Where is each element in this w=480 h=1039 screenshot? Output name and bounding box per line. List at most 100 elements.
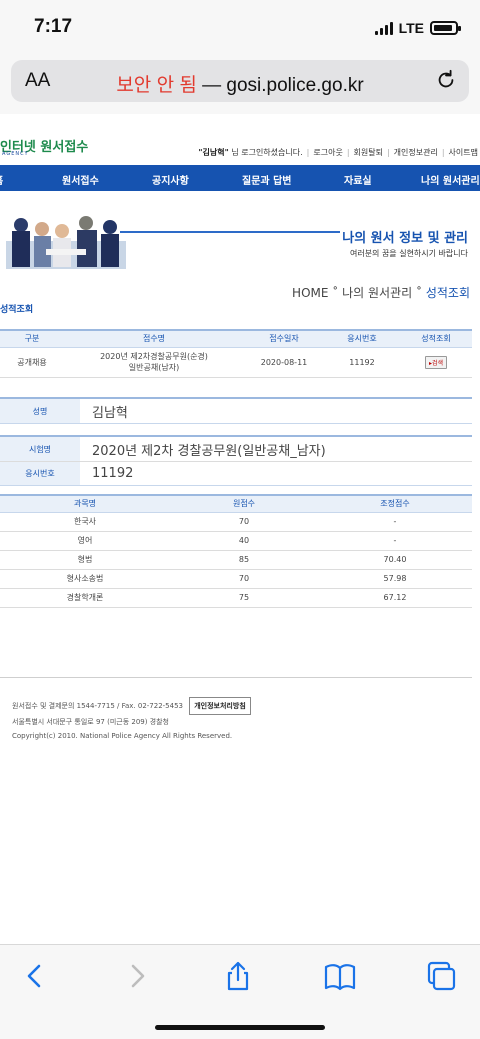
footer-contact-row: 원서접수 및 결제문의 1544-7715 / Fax. 02-722-5453… (12, 697, 251, 715)
table-row: 형사소송법 70 57.98 (0, 569, 472, 589)
banner-subtitle: 여러분의 꿈을 실현하시기 바랍니다 (349, 249, 468, 258)
browser-toolbar (0, 944, 480, 1039)
number-row: 응시번호 11192 (0, 461, 472, 485)
section-title: 성적조회 (0, 305, 34, 315)
police-officers-image (6, 216, 126, 269)
table-header-row: 구분 접수명 접수일자 응시번호 성적조회 (0, 329, 472, 348)
url-separator: — (202, 75, 222, 96)
cell-adjusted: - (318, 531, 472, 551)
privacy-manage-link[interactable]: 개인정보관리 (394, 147, 438, 158)
exam-info: 시험명 2020년 제2차 경찰공무원(일반공채_남자) 응시번호 11192 (0, 435, 472, 486)
score-table: 과목명 원점수 조정점수 한국사 70 - 영어 40 - 형법 85 70.4… (0, 494, 472, 608)
cell-subject: 경찰학개론 (0, 588, 170, 608)
divider: | (306, 148, 310, 157)
nav-qna[interactable]: 질문과 답변 (242, 172, 291, 187)
number-label: 응시번호 (0, 462, 80, 485)
col-date: 접수일자 (244, 329, 324, 348)
cell-number: 11192 (324, 347, 400, 378)
cell-subject: 영어 (0, 531, 170, 551)
cell-date: 2020-08-11 (244, 347, 324, 378)
col-type: 구분 (0, 329, 64, 348)
breadcrumb-home[interactable]: HOME (292, 286, 328, 300)
cell-adjusted: - (318, 512, 472, 532)
divider: | (441, 148, 445, 157)
tabs-icon[interactable] (424, 961, 458, 991)
col-number: 응시번호 (324, 329, 400, 348)
status-indicators: LTE (374, 20, 461, 36)
nav-home[interactable]: 홈 (0, 172, 3, 187)
cell-raw: 70 (170, 569, 318, 589)
signal-icon (374, 21, 393, 35)
cell-name: 2020년 제2차경찰공무원(순경) 일반공채(남자) (64, 347, 244, 378)
banner-title-em: 나의 원서 (342, 231, 395, 246)
breadcrumb-mid[interactable]: 나의 원서관리 (342, 286, 412, 300)
page-banner: 나의 원서 정보 및 관리 여러분의 꿈을 실현하시기 바랍니다 (0, 191, 480, 271)
url-bar[interactable]: AA 보안 안 됨 — gosi.police.go.kr (11, 60, 469, 102)
exam-value: 2020년 제2차 경찰공무원(일반공채_남자) (92, 443, 326, 459)
footer-divider (0, 677, 472, 678)
sitemap-link[interactable]: 사이트맵 (449, 147, 478, 158)
site-logo-sub: AGENCY (2, 151, 29, 157)
table-row: 한국사 70 - (0, 512, 472, 532)
table-row: 공개채용 2020년 제2차경찰공무원(순경) 일반공채(남자) 2020-08… (0, 347, 472, 378)
col-subject: 과목명 (0, 494, 170, 513)
nav-my-application[interactable]: 나의 원서관리 (421, 172, 480, 187)
name-info: 성명 김남혁 (0, 397, 472, 424)
nav-notice[interactable]: 공지사항 (152, 172, 189, 187)
cell-raw: 85 (170, 550, 318, 570)
back-icon[interactable] (18, 961, 52, 991)
share-icon[interactable] (221, 961, 255, 991)
privacy-policy-button[interactable]: 개인정보처리방침 (189, 697, 251, 715)
number-value: 11192 (92, 466, 134, 481)
breadcrumb: HOME ˚ 나의 원서관리 ˚ 성적조회 (292, 284, 470, 301)
table-row: 경찰학개론 75 67.12 (0, 588, 472, 608)
browser-top-chrome: 7:17 LTE AA 보안 안 됨 — gosi.police.go.kr (0, 0, 480, 114)
cell-subject: 형법 (0, 550, 170, 570)
divider: | (346, 148, 350, 157)
utility-nav: "김남혁" 님 로그인하셨습니다. | 로그아웃 | 회원탈퇴 | 개인정보관리… (198, 147, 478, 158)
logout-link[interactable]: 로그아웃 (313, 147, 342, 158)
nav-archive[interactable]: 자료실 (344, 172, 372, 187)
footer-address: 서울특별시 서대문구 통일로 97 (미근동 209) 경찰청 (12, 718, 170, 726)
withdraw-link[interactable]: 회원탈퇴 (354, 147, 383, 158)
forward-icon[interactable] (120, 961, 154, 991)
home-indicator (155, 1025, 325, 1030)
cell-subject: 한국사 (0, 512, 170, 532)
bookmarks-icon[interactable] (323, 961, 357, 991)
exam-row: 시험명 2020년 제2차 경찰공무원(일반공채_남자) (0, 437, 472, 461)
nav-apply[interactable]: 원서접수 (62, 172, 99, 187)
cell-raw: 70 (170, 512, 318, 532)
cell-adjusted: 70.40 (318, 550, 472, 570)
reload-icon[interactable] (435, 69, 457, 91)
col-raw-score: 원점수 (170, 494, 318, 513)
user-name: "김남혁" (198, 148, 229, 157)
col-name: 접수명 (64, 329, 244, 348)
banner-title: 나의 원서 정보 및 관리 (340, 227, 470, 246)
table-row: 형법 85 70.40 (0, 550, 472, 570)
table-row: 영어 40 - (0, 531, 472, 551)
name-row: 성명 김남혁 (0, 399, 472, 423)
cell-raw: 75 (170, 588, 318, 608)
url-text[interactable]: 보안 안 됨 — gosi.police.go.kr (11, 70, 469, 97)
breadcrumb-sep: ˚ (332, 286, 343, 300)
footer-copyright: Copyright(c) 2010. National Police Agenc… (12, 732, 233, 740)
search-button[interactable]: ▸검색 (424, 355, 448, 369)
search-button-label: 검색 (431, 359, 444, 367)
site-header: 인터넷 원서접수 AGENCY "김남혁" 님 로그인하셨습니다. | 로그아웃… (0, 114, 480, 166)
breadcrumb-sep: ˚ (416, 286, 426, 300)
battery-icon (430, 21, 461, 35)
cell-adjusted: 57.98 (318, 569, 472, 589)
url-domain: gosi.police.go.kr (226, 75, 364, 96)
application-table: 구분 접수명 접수일자 응시번호 성적조회 공개채용 2020년 제2차경찰공무… (0, 329, 472, 378)
cell-name-line2: 일반공채(남자) (128, 363, 180, 372)
footer-contact: 원서접수 및 결제문의 1544-7715 / Fax. 02-722-5453 (12, 702, 183, 710)
cell-adjusted: 67.12 (318, 588, 472, 608)
col-score: 성적조회 (400, 329, 472, 348)
status-time: 7:17 (34, 16, 73, 37)
login-text: 님 로그인하셨습니다. (228, 148, 303, 157)
breadcrumb-current: 성적조회 (425, 286, 470, 300)
cell-name-line1: 2020년 제2차경찰공무원(순경) (100, 352, 208, 361)
cell-raw: 40 (170, 531, 318, 551)
site-footer: 원서접수 및 결제문의 1544-7715 / Fax. 02-722-5453… (12, 697, 251, 743)
web-page: 인터넷 원서접수 AGENCY "김남혁" 님 로그인하셨습니다. | 로그아웃… (0, 114, 480, 944)
